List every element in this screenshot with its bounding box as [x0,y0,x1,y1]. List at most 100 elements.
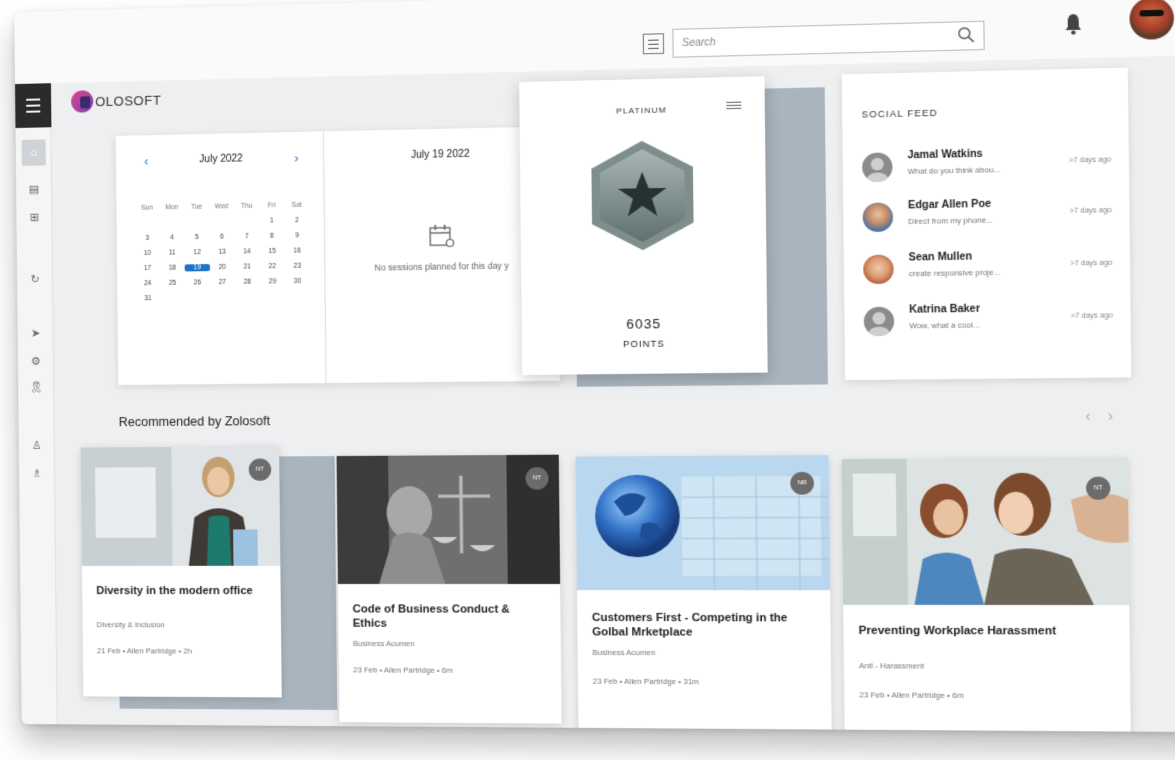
course-badge: NT [1085,476,1111,500]
calendar-day[interactable]: 13 [210,248,235,256]
course-title: Code of Business Conduct & Ethics [352,603,510,631]
course-badge: NR [790,471,815,495]
calendar-day[interactable]: 30 [285,278,310,285]
avatar [862,202,894,233]
calendar-day[interactable]: 29 [260,278,285,285]
calendar-month-label: July 2022 [199,153,243,166]
feed-item[interactable]: Edgar Allen Poe Direct from my phone... … [862,194,1112,236]
feed-user-name: Katrina Baker [909,303,981,316]
brand-logo[interactable]: OLOSOFT [71,89,161,113]
feed-item[interactable]: Katrina Baker Wow, what a cool... >7 day… [863,300,1113,341]
avatar [863,306,895,337]
calendar-day[interactable]: 20 [210,264,235,271]
feed-user-name: Sean Mullen [908,251,973,264]
section-title: Recommended by Zolosoft [118,413,271,430]
weekday-label: Wed [214,203,229,211]
search-icon[interactable] [957,26,975,43]
calendar-day[interactable]: 14 [234,248,259,255]
avatar [863,254,894,285]
refresh-icon[interactable]: ↻ [26,270,44,288]
send-icon[interactable]: ➤ [27,324,45,342]
app-window: Search ⌄ ⌂ ▤ ⊞ ↻ ➤ ⚙ 🎗 ♙ ♗ OLOSOFT ‹ Jul… [14,0,1175,733]
calendar-day[interactable]: 5 [184,234,209,241]
calendar-day[interactable]: 27 [210,279,235,286]
calendar-day [184,219,209,226]
user-avatar[interactable] [1129,0,1175,41]
calendar-day[interactable]: 23 [285,262,310,270]
feed-user-name: Edgar Allen Poe [908,198,992,212]
feed-snippet: Direct from my phone... [908,215,994,227]
calendar-day[interactable]: 2 [284,217,309,225]
course-title: Customers First - Competing in the Golba… [591,611,788,640]
menu-toggle-icon[interactable] [642,33,665,55]
badge-menu-icon[interactable] [726,101,742,110]
calendar-day-selected[interactable]: 19 [184,264,210,272]
prev-month-button[interactable]: ‹ [144,153,149,168]
weekday-label: Tue [191,203,203,211]
calendar-day[interactable]: 21 [235,263,260,270]
course-title: Preventing Workplace Harassment [858,624,1057,638]
calendar-day[interactable]: 6 [209,233,234,241]
grid-icon[interactable]: ⊞ [25,208,43,226]
calendar-day [135,220,160,227]
calendar-day[interactable]: 18 [160,264,185,272]
feed-item[interactable]: Sean Mullen create responsive proje... >… [863,247,1112,288]
weekday-label: Fri [267,202,276,210]
calendar-day[interactable]: 26 [185,279,210,286]
course-card[interactable]: NT Preventing Workplace Harassment Anti … [841,457,1131,733]
people-icon[interactable]: ♙ [28,436,46,454]
hamburger-icon[interactable] [15,83,52,129]
calendar-card: ‹ July 2022 › Sun Mon Tue Wed Thu Fri Sat 1 2 3 4 5… [115,126,561,386]
course-card[interactable]: NT Diversity in the modern office Divers… [80,446,282,698]
calendar-day[interactable]: 22 [260,263,285,270]
course-badge: NT [525,467,549,490]
month-calendar: ‹ July 2022 › Sun Mon Tue Wed Thu Fri Sat 1 2 3 4 5… [115,131,327,386]
course-image [841,457,1130,606]
award-icon[interactable]: 🎗 [27,378,45,396]
calendar-day [209,218,234,226]
social-feed-card: SOCIAL FEED Jamal Watkins What do you th… [841,67,1132,381]
feed-snippet: create responsive proje... [908,267,1001,279]
notification-bell-icon[interactable] [1063,12,1083,36]
calendar-day[interactable]: 8 [259,232,284,240]
course-card[interactable]: NR Customers First - Competing in the Go… [575,455,832,733]
calendar-day[interactable]: 10 [135,250,160,257]
weekday-label: Mon [165,204,179,212]
group-icon[interactable]: ♗ [28,464,46,482]
calendar-day[interactable]: 3 [135,235,160,242]
calendar-day[interactable]: 12 [185,249,210,256]
settings-icon[interactable]: ⚙ [27,352,45,370]
calendar-day[interactable]: 1 [259,217,284,225]
calendar-day [159,219,184,226]
calendar-day[interactable]: 31 [135,295,160,302]
next-month-button[interactable]: › [294,150,299,165]
platinum-badge-card: PLATINUM 6035 POINTS [519,76,768,375]
brand-name: OLOSOFT [95,92,162,109]
calendar-day[interactable]: 7 [234,233,259,240]
calendar-day[interactable]: 11 [160,249,185,256]
feed-time: >7 days ago [1069,206,1112,216]
avatar [862,152,893,183]
course-meta: 23 Feb • Allen Partridge • 6m [353,665,453,675]
carousel-arrows[interactable]: ‹ › [1085,407,1120,424]
course-category: Anti - Harassment [858,661,925,671]
home-icon[interactable]: ⌂ [21,139,46,166]
calendar-day[interactable]: 4 [160,234,185,241]
calendar-day[interactable]: 15 [260,248,285,255]
points-label: POINTS [623,338,665,350]
calendar-day[interactable]: 9 [284,232,309,240]
weekday-label: Sat [291,201,302,210]
feed-time: >7 days ago [1068,156,1112,165]
book-icon[interactable]: ▤ [25,179,43,197]
course-card[interactable]: NT Code of Business Conduct & Ethics Bus… [336,454,562,724]
calendar-day[interactable]: 16 [285,247,310,254]
logo-mark-icon [71,90,94,113]
feed-item[interactable]: Jamal Watkins What do you think abou... … [862,144,1111,187]
search-input[interactable]: Search [672,20,985,58]
course-category: Business Acumen [592,647,656,658]
calendar-day[interactable]: 24 [135,280,160,287]
left-sidebar: ⌂ ▤ ⊞ ↻ ➤ ⚙ 🎗 ♙ ♗ [15,83,58,725]
calendar-day[interactable]: 25 [160,280,185,287]
calendar-day[interactable]: 28 [235,278,260,286]
calendar-day[interactable]: 17 [135,265,160,272]
